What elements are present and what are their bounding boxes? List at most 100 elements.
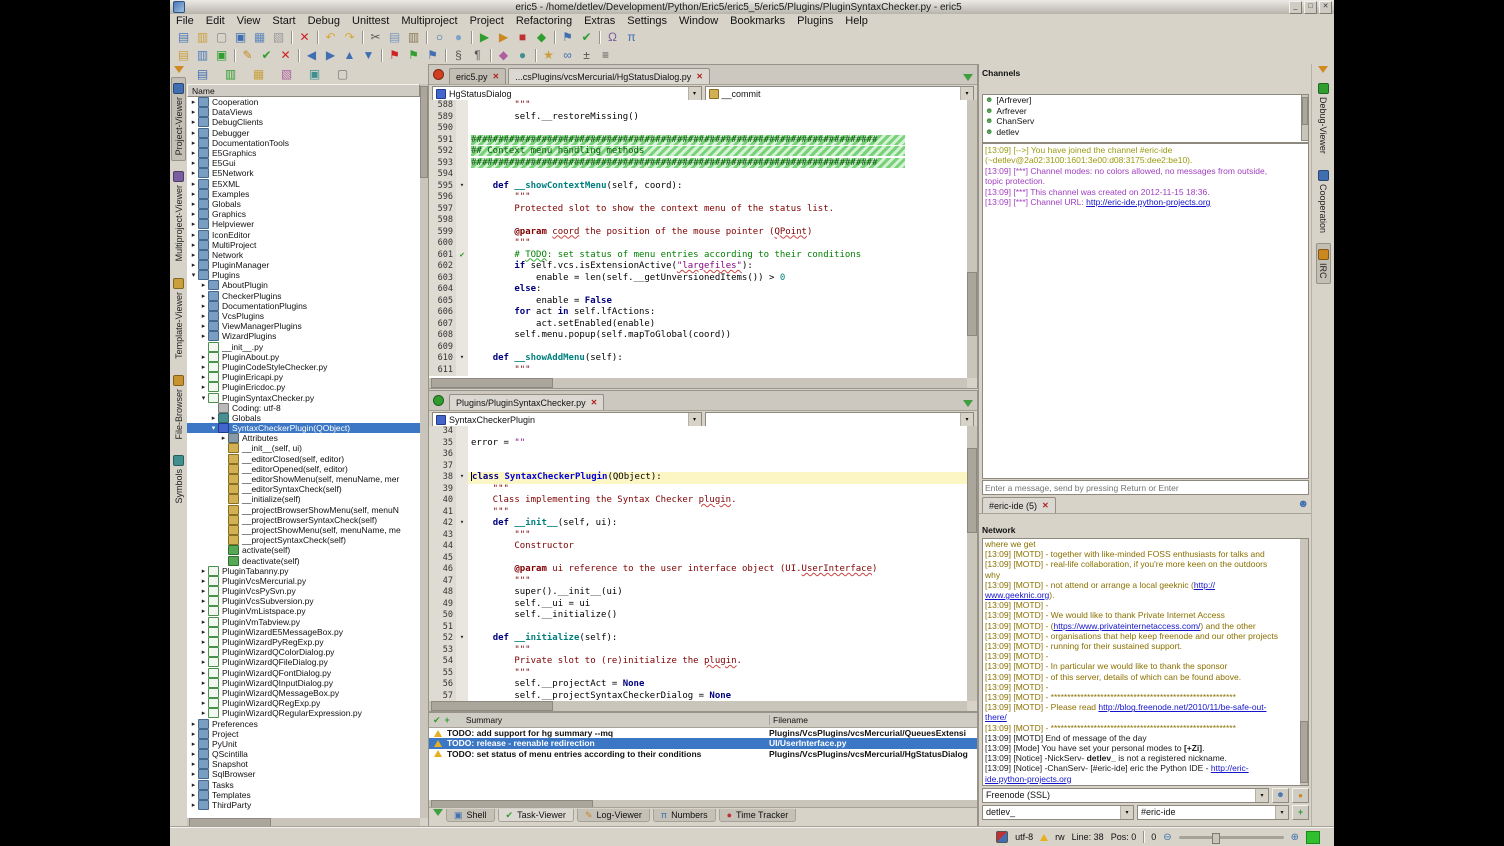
- close-button[interactable]: ✕: [1319, 1, 1332, 14]
- expand-arrow[interactable]: ▸: [199, 292, 208, 300]
- expand-arrow[interactable]: ▸: [199, 638, 208, 646]
- expand-arrow[interactable]: ▸: [199, 353, 208, 361]
- tree-item[interactable]: ▾Plugins: [187, 270, 420, 280]
- editor-bottom-vscrollbar[interactable]: [967, 426, 977, 701]
- next-button[interactable]: ▶: [321, 47, 340, 63]
- menu-settings[interactable]: Settings: [621, 15, 673, 27]
- expand-arrow[interactable]: ▸: [189, 129, 198, 137]
- check-button[interactable]: ✔: [257, 47, 276, 63]
- tree-item[interactable]: ▾PluginSyntaxChecker.py: [187, 392, 420, 402]
- expand-arrow[interactable]: ▸: [189, 760, 198, 768]
- expand-arrow[interactable]: ▸: [189, 169, 198, 177]
- nick-selector[interactable]: detlev_ ▾: [982, 805, 1134, 820]
- expand-arrow[interactable]: ▸: [199, 363, 208, 371]
- tree-item[interactable]: ▸IconEditor: [187, 229, 420, 239]
- expand-arrow[interactable]: ▸: [189, 720, 198, 728]
- titlebar[interactable]: eric5 - /home/detlev/Development/Python/…: [170, 0, 1334, 15]
- menu-multiproject[interactable]: Multiproject: [395, 15, 463, 27]
- task-row[interactable]: TODO: release - reenable redirectionUI/U…: [429, 738, 977, 748]
- resources-button[interactable]: ▦: [249, 66, 268, 82]
- tree-item[interactable]: ▸PluginWizardQFontDialog.py: [187, 668, 420, 678]
- tree-item[interactable]: ▾SyntaxCheckerPlugin(QObject): [187, 423, 420, 433]
- symbols-button[interactable]: Ω: [603, 29, 622, 45]
- expand-arrow[interactable]: ▸: [189, 801, 198, 809]
- tree-header[interactable]: Name: [187, 84, 420, 97]
- tree-item[interactable]: ▸PluginWizardE5MessageBox.py: [187, 627, 420, 637]
- up-button[interactable]: ▲: [340, 47, 359, 63]
- copy-button[interactable]: ▤: [385, 29, 404, 45]
- class-selector[interactable]: HgStatusDialog ▾: [432, 86, 702, 101]
- menu-view[interactable]: View: [231, 15, 267, 27]
- expand-arrow[interactable]: ▸: [189, 740, 198, 748]
- tree-item[interactable]: ▸PluginAbout.py: [187, 352, 420, 362]
- network-vscrollbar[interactable]: [1300, 539, 1308, 785]
- expand-arrow[interactable]: ▸: [209, 414, 218, 422]
- infinity-button[interactable]: ∞: [558, 47, 577, 63]
- tree-item[interactable]: ▸DataViews: [187, 107, 420, 117]
- tree-item[interactable]: ▸PluginVmListspace.py: [187, 606, 420, 616]
- join-channel-selector[interactable]: #eric-ide ▾: [1137, 805, 1289, 820]
- tab-numbers[interactable]: πNumbers: [653, 809, 716, 822]
- member-selector[interactable]: ▾: [705, 412, 975, 427]
- dock-tab-irc[interactable]: IRC: [1316, 243, 1331, 285]
- dock-tab-file-browser[interactable]: File-Browser: [171, 369, 186, 446]
- tree-item[interactable]: ▸QScintilla: [187, 749, 420, 759]
- tree-item[interactable]: __editorOpened(self, editor): [187, 464, 420, 474]
- expand-arrow[interactable]: ▸: [189, 118, 198, 126]
- tree-item[interactable]: ▸SqlBrowser: [187, 769, 420, 779]
- menu-debug[interactable]: Debug: [302, 15, 346, 27]
- tree-item[interactable]: __projectSyntaxCheck(self): [187, 535, 420, 545]
- tree-item[interactable]: deactivate(self): [187, 555, 420, 565]
- stop-button[interactable]: ■: [513, 29, 532, 45]
- expand-arrow[interactable]: ▸: [199, 373, 208, 381]
- tree-item[interactable]: Coding: utf-8: [187, 403, 420, 413]
- expand-arrow[interactable]: ▸: [189, 241, 198, 249]
- section-button[interactable]: §: [449, 47, 468, 63]
- expand-arrow[interactable]: ▸: [199, 281, 208, 289]
- print-button[interactable]: ▧: [269, 29, 288, 45]
- expand-arrow[interactable]: ▸: [199, 383, 208, 391]
- redo-button[interactable]: ↷: [340, 29, 359, 45]
- tree-item[interactable]: ▸DocumentationPlugins: [187, 301, 420, 311]
- expand-arrow[interactable]: ▸: [219, 434, 228, 442]
- dock-filter-icon[interactable]: [1318, 66, 1328, 73]
- tree-item[interactable]: ▸PluginVcsSubversion.py: [187, 596, 420, 606]
- expand-arrow[interactable]: ▾: [189, 271, 198, 279]
- tree-item[interactable]: ▸Cooperation: [187, 97, 420, 107]
- menu-plugins[interactable]: Plugins: [791, 15, 839, 27]
- tree-item[interactable]: ▸Globals: [187, 413, 420, 423]
- network-messages[interactable]: where we get[13:09] [MOTD] - together wi…: [982, 538, 1309, 786]
- open-project-button[interactable]: ▥: [193, 47, 212, 63]
- tree-item[interactable]: ▸PyUnit: [187, 739, 420, 749]
- expand-arrow[interactable]: ▸: [189, 730, 198, 738]
- menu-window[interactable]: Window: [673, 15, 724, 27]
- tab-task-viewer[interactable]: ✔Task-Viewer: [498, 809, 574, 822]
- expand-arrow[interactable]: ▸: [199, 618, 208, 626]
- tree-item[interactable]: ▸Snapshot: [187, 759, 420, 769]
- channel-user[interactable]: ☻[Arfrever]: [983, 95, 1308, 106]
- tree-item[interactable]: ▸PluginWizardPyRegExp.py: [187, 637, 420, 647]
- tree-item[interactable]: ▸Graphics: [187, 209, 420, 219]
- edit-identities-button[interactable]: ☻: [1272, 788, 1289, 803]
- profile-button[interactable]: ●: [513, 47, 532, 63]
- new-button[interactable]: ▤: [174, 29, 193, 45]
- expand-arrow[interactable]: ▸: [199, 587, 208, 595]
- tree-item[interactable]: ▸Preferences: [187, 718, 420, 728]
- tree-item[interactable]: ▸PluginManager: [187, 260, 420, 270]
- menu-start[interactable]: Start: [266, 15, 301, 27]
- expand-arrow[interactable]: ▾: [209, 424, 218, 432]
- close-tab-icon[interactable]: ✕: [493, 72, 500, 81]
- expand-arrow[interactable]: ▸: [199, 679, 208, 687]
- expand-arrow[interactable]: ▸: [199, 577, 208, 585]
- new-project-button[interactable]: ▤: [174, 47, 193, 63]
- menu-project[interactable]: Project: [464, 15, 510, 27]
- tree-item[interactable]: ▸VcsPlugins: [187, 311, 420, 321]
- expand-arrow[interactable]: ▸: [189, 781, 198, 789]
- code-area-bottom[interactable]: 3435error = ""363738▾class SyntaxChecker…: [429, 426, 967, 701]
- tree-item[interactable]: ▸Helpviewer: [187, 219, 420, 229]
- translations-button[interactable]: ▧: [277, 66, 296, 82]
- run-button[interactable]: ▶: [475, 29, 494, 45]
- tree-item[interactable]: ▸Tasks: [187, 780, 420, 790]
- editor-bottom[interactable]: Plugins/PluginSyntaxChecker.py✕ SyntaxCh…: [428, 390, 978, 712]
- menu-edit[interactable]: Edit: [200, 15, 231, 27]
